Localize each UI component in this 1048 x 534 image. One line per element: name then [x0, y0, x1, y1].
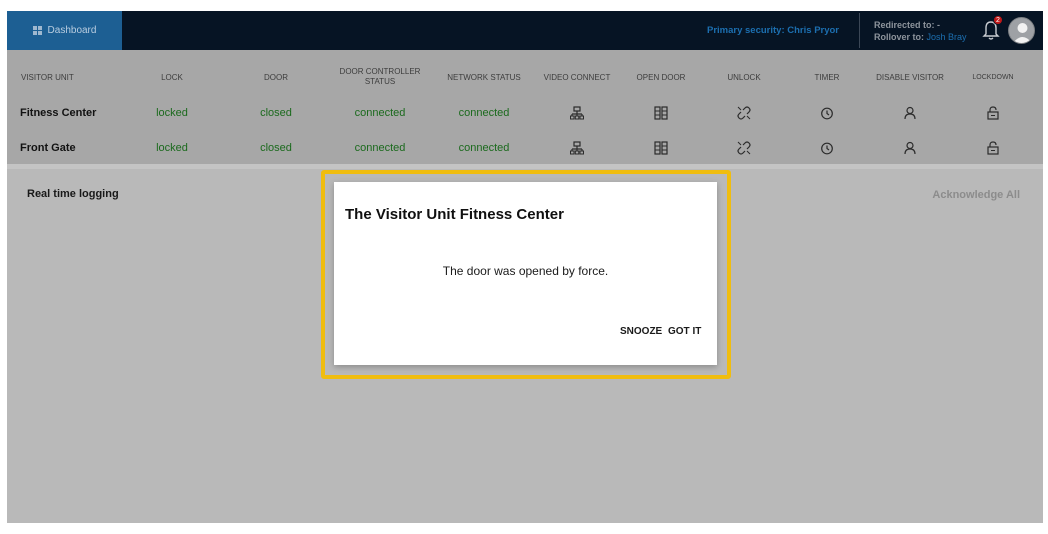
- door-panels-icon[interactable]: [654, 106, 668, 120]
- clock-icon[interactable]: [820, 141, 834, 155]
- unit-name[interactable]: Fitness Center: [20, 107, 96, 119]
- user-icon: [1013, 23, 1032, 43]
- primary-security-name[interactable]: Chris Pryor: [787, 25, 839, 36]
- topbar-divider: [859, 13, 860, 48]
- header-lockdown: LOCKDOWN: [972, 74, 1014, 81]
- header-door-controller: DOOR CONTROLLER STATUS: [340, 67, 421, 87]
- network-status: connected: [458, 142, 510, 154]
- network-status: connected: [458, 107, 510, 119]
- controller-status: connected: [354, 142, 406, 154]
- broken-link-icon[interactable]: [737, 141, 751, 155]
- header-visitor-unit: VISITOR UNIT: [21, 73, 74, 82]
- acknowledge-all-button[interactable]: Acknowledge All: [932, 189, 1020, 201]
- header-lock: LOCK: [161, 73, 183, 82]
- person-icon[interactable]: [903, 141, 917, 155]
- dashboard-tab-label: Dashboard: [47, 25, 97, 36]
- dialog-title: The Visitor Unit Fitness Center: [345, 206, 564, 223]
- controller-status: connected: [354, 107, 406, 119]
- logging-title: Real time logging: [27, 188, 119, 200]
- rollover-label: Rollover to:: [874, 32, 925, 42]
- header-door: DOOR: [264, 73, 288, 82]
- primary-security: Primary security: Chris Pryor: [707, 25, 839, 36]
- door-status: closed: [260, 142, 292, 154]
- header-unlock: UNLOCK: [727, 73, 761, 82]
- visitor-unit-table: VISITOR UNIT LOCK DOOR DOOR CONTROLLER S…: [7, 50, 1043, 164]
- header-network-status: NETWORK STATUS: [447, 73, 521, 82]
- unit-name[interactable]: Front Gate: [20, 142, 76, 154]
- network-icon[interactable]: [570, 141, 584, 155]
- dashboard-tab[interactable]: Dashboard: [7, 11, 122, 50]
- grid-icon: [32, 26, 42, 35]
- primary-security-label: Primary security:: [707, 25, 785, 36]
- got-it-button[interactable]: GOT IT: [668, 326, 701, 337]
- broken-link-icon[interactable]: [737, 106, 751, 120]
- header-video-connect: VIDEO CONNECT: [543, 73, 611, 82]
- redirected-value: -: [937, 20, 941, 30]
- notification-badge: 2: [993, 15, 1003, 25]
- door-panels-icon[interactable]: [654, 141, 668, 155]
- padlock-icon[interactable]: [986, 106, 1000, 120]
- snooze-button[interactable]: SNOOZE: [620, 326, 662, 337]
- redirect-info: Redirected to: - Rollover to: Josh Bray: [874, 19, 967, 43]
- top-bar: Dashboard Primary security: Chris Pryor …: [7, 11, 1043, 50]
- header-door-controller-line1: DOOR CONTROLLER: [339, 67, 421, 76]
- header-door-controller-line2: STATUS: [364, 77, 396, 86]
- network-icon[interactable]: [570, 106, 584, 120]
- lock-status: locked: [156, 142, 188, 154]
- rollover-name[interactable]: Josh Bray: [927, 32, 967, 42]
- header-timer: TIMER: [814, 73, 840, 82]
- header-open-door: OPEN DOOR: [636, 73, 686, 82]
- lock-status: locked: [156, 107, 188, 119]
- padlock-icon[interactable]: [986, 141, 1000, 155]
- header-disable-visitor: DISABLE VISITOR: [876, 73, 944, 82]
- avatar[interactable]: [1008, 17, 1035, 44]
- dialog-message: The door was opened by force.: [442, 264, 609, 278]
- person-icon[interactable]: [903, 106, 917, 120]
- door-status: closed: [260, 107, 292, 119]
- section-divider: [7, 164, 1043, 169]
- redirected-label: Redirected to:: [874, 20, 935, 30]
- clock-icon[interactable]: [820, 106, 834, 120]
- alert-dialog: The Visitor Unit Fitness Center The door…: [334, 182, 717, 365]
